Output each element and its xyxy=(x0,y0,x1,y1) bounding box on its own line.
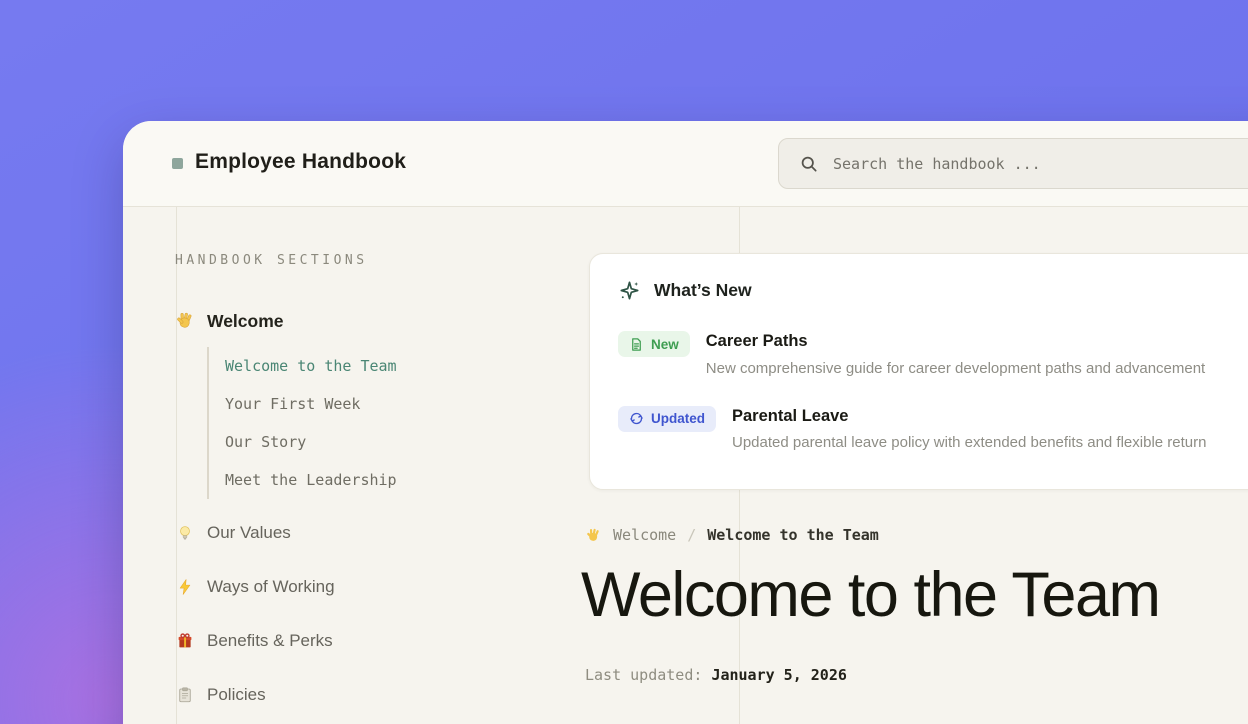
breadcrumb: Welcome / Welcome to the Team xyxy=(585,525,879,545)
wave-icon xyxy=(585,527,602,544)
whats-new-item[interactable]: Updated Parental Leave Updated parental … xyxy=(618,406,1248,452)
whats-new-card: What’s New New Career Paths New comprehe… xyxy=(589,253,1248,490)
badge-label: New xyxy=(651,337,679,352)
sidebar-item-our-values[interactable]: Our Values xyxy=(175,519,291,547)
sidebar-item-ways-of-working[interactable]: Ways of Working xyxy=(175,573,335,601)
sidebar-item-label: Welcome xyxy=(207,311,284,332)
search-icon xyxy=(799,154,819,174)
sidebar-item-label: Benefits & Perks xyxy=(207,631,333,651)
clipboard-icon xyxy=(175,685,195,705)
last-updated-value: January 5, 2026 xyxy=(711,666,846,684)
gift-icon xyxy=(175,631,195,651)
bulb-icon xyxy=(175,523,195,543)
breadcrumb-parent[interactable]: Welcome xyxy=(613,526,676,544)
search-box[interactable] xyxy=(778,138,1248,189)
last-updated: Last updated: January 5, 2026 xyxy=(585,666,847,684)
whats-new-item-title: Parental Leave xyxy=(732,406,1206,427)
whats-new-title: What’s New xyxy=(654,280,752,301)
app-title: Employee Handbook xyxy=(195,150,406,174)
sidebar-item-label: Policies xyxy=(207,685,266,705)
page-title: Welcome to the Team xyxy=(581,559,1159,631)
app-window: Employee Handbook HANDBOOK SECTIONS xyxy=(123,121,1248,724)
wave-icon xyxy=(175,311,195,331)
updated-badge: Updated xyxy=(618,406,716,432)
subnav-item-your-first-week[interactable]: Your First Week xyxy=(225,385,397,423)
sidebar-item-label: Ways of Working xyxy=(207,577,335,597)
content-area: HANDBOOK SECTIONS Welcome Welcome to the… xyxy=(123,207,1248,724)
desktop-background: { "app": { "title": "Employee Handbook",… xyxy=(0,0,1248,724)
badge-label: Updated xyxy=(651,411,705,426)
document-icon xyxy=(629,337,644,352)
app-header: Employee Handbook xyxy=(123,121,1248,207)
last-updated-label: Last updated: xyxy=(585,666,702,684)
subnav-item-welcome-to-the-team[interactable]: Welcome to the Team xyxy=(225,347,397,385)
whats-new-item-description: New comprehensive guide for career devel… xyxy=(706,360,1205,377)
whats-new-item-title: Career Paths xyxy=(706,331,1205,352)
refresh-icon xyxy=(629,411,644,426)
breadcrumb-current: Welcome to the Team xyxy=(707,526,879,544)
sidebar-subnav: Welcome to the Team Your First Week Our … xyxy=(207,347,397,499)
sidebar-item-policies[interactable]: Policies xyxy=(175,681,266,709)
sidebar-item-welcome[interactable]: Welcome xyxy=(175,307,284,335)
subnav-item-our-story[interactable]: Our Story xyxy=(225,423,397,461)
whats-new-item-description: Updated parental leave policy with exten… xyxy=(732,434,1206,451)
square-logo-icon xyxy=(172,158,183,169)
subnav-item-meet-the-leadership[interactable]: Meet the Leadership xyxy=(225,461,397,499)
sparkle-icon xyxy=(618,279,641,302)
search-input[interactable] xyxy=(833,155,1248,173)
lightning-icon xyxy=(175,577,195,597)
whats-new-item[interactable]: New Career Paths New comprehensive guide… xyxy=(618,331,1248,377)
sidebar-heading: HANDBOOK SECTIONS xyxy=(175,253,368,268)
sidebar-item-label: Our Values xyxy=(207,523,291,543)
breadcrumb-separator: / xyxy=(687,526,696,544)
sidebar-item-benefits-perks[interactable]: Benefits & Perks xyxy=(175,627,333,655)
new-badge: New xyxy=(618,331,690,357)
